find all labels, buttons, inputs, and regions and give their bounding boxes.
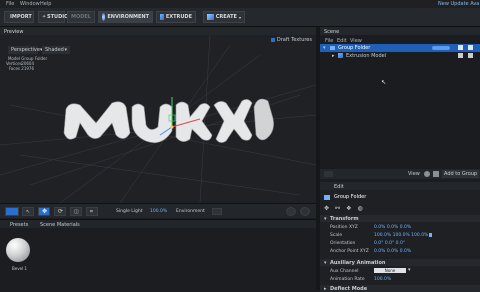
environment-toggle[interactable] (212, 208, 222, 215)
animation-rate-label: Animation Rate (330, 277, 365, 282)
eye-icon[interactable] (300, 207, 310, 216)
object-name: Group Folder (334, 194, 367, 200)
lighting-value[interactable]: 100.0% (150, 209, 167, 214)
menu-file[interactable]: File (6, 1, 14, 7)
menu-bar: File Window Help New Update Ava (0, 0, 480, 8)
move-tool-icon[interactable]: ✥ (38, 207, 50, 216)
reset-icon[interactable] (286, 207, 296, 216)
viewport-toolbar: ↖ ✥ ⟳ ◫ ⌗ Single Light 100.0% Environmen… (0, 203, 316, 218)
studio-icon: ✦ (42, 13, 47, 20)
deflect-section[interactable]: ▸ Deflect Mode (320, 285, 480, 292)
model-button[interactable]: MODEL (67, 11, 95, 23)
lock-icon[interactable] (468, 53, 473, 58)
aux-channel-select[interactable]: None (374, 268, 406, 273)
lighting-label[interactable]: Single Light (116, 209, 143, 214)
extrude-button[interactable]: EXTRUDE (156, 11, 196, 23)
chevron-down-icon: ▾ (238, 14, 241, 20)
visibility-icon[interactable] (458, 45, 463, 50)
view-label: View (408, 171, 420, 177)
material-thumbnail[interactable] (6, 238, 30, 262)
transform-section[interactable]: ▾ Transform (320, 215, 480, 222)
chevron-down-icon: ▾ (324, 216, 327, 222)
scale-label: Scale (330, 233, 343, 238)
anchor-label: Anchor Point XYZ (330, 249, 369, 254)
lock-icon[interactable] (429, 233, 432, 237)
extrude-icon (160, 14, 164, 20)
aux-channel-label: Aux Channel (330, 269, 359, 274)
extrusion-icon (338, 53, 343, 58)
link-icon[interactable]: ⚯ (335, 205, 340, 212)
create-icon (207, 14, 214, 20)
lock-icon[interactable] (468, 45, 473, 50)
chevron-down-icon: ▾ (323, 45, 326, 51)
anchor-value[interactable]: 0.0% 0.0% 0.0% (374, 249, 411, 254)
menu-help[interactable]: Help (40, 1, 51, 7)
environment-icon (102, 13, 106, 21)
position-value[interactable]: 0.0% 0.0% 0.0% (374, 225, 411, 230)
gear-icon[interactable] (424, 171, 430, 177)
scale-tool-icon[interactable]: ◫ (70, 207, 82, 216)
folder-icon (324, 194, 330, 200)
camera-icon[interactable] (5, 207, 19, 216)
scene-header: Scene (320, 27, 480, 35)
animation-rate-value[interactable]: 100.0% (374, 277, 391, 282)
import-button[interactable]: IMPORT (4, 11, 34, 23)
material-icon[interactable]: ❖ (346, 205, 351, 212)
lower-tabs: Presets Scene Materials (0, 219, 316, 228)
edit-title: Edit (334, 184, 344, 190)
scene-item-extrusion-model[interactable]: ▸ Extrusion Model (320, 52, 480, 60)
edit-header: Edit (320, 182, 480, 190)
chevron-right-icon: ▸ (324, 286, 327, 292)
sphere-icon[interactable]: ◍ (357, 205, 362, 212)
environment-label: Environment (176, 209, 205, 214)
chevron-right-icon: ▸ (332, 53, 335, 59)
material-name: Bevel 1 (12, 266, 27, 271)
mouse-cursor: ↖ (381, 79, 387, 86)
select-tool-icon[interactable]: ↖ (22, 207, 34, 216)
aux-animation-section[interactable]: ▾ Auxiliary Animation (320, 259, 480, 266)
position-label: Position XYZ (330, 225, 358, 230)
studio-button[interactable]: ✦ STUDIO (38, 11, 68, 23)
orientation-label: Orientation (330, 241, 356, 246)
scene-footer: View Add to Group (320, 169, 480, 179)
scale-value[interactable]: 100.0% 100.0% 100.0% (374, 233, 428, 238)
move-icon[interactable]: ✥ (324, 205, 329, 212)
folder-add-icon[interactable] (324, 171, 333, 177)
menu-window[interactable]: Window (20, 1, 40, 7)
preview-viewport[interactable]: Draft Textures Perspective ▾ Shaded ▾ Mo… (0, 35, 316, 203)
create-button[interactable]: CREATE ▾ (203, 11, 245, 23)
scene-grid (0, 35, 316, 203)
scene-item-group-folder[interactable]: ▾ Group Folder (320, 44, 480, 52)
rotate-tool-icon[interactable]: ⟳ (54, 207, 66, 216)
trash-icon[interactable] (433, 171, 439, 177)
edit-panel: Edit Group Folder ✥ ⚯ ❖ ◍ ▾ Transform Po… (320, 182, 480, 292)
orientation-value[interactable]: 0.0° 0.0° 0.0° (374, 241, 405, 246)
main-toolbar: IMPORT ✦ STUDIO MODEL ENVIRONMENT EXTRUD… (0, 8, 480, 27)
update-notice[interactable]: New Update Ava (438, 1, 479, 7)
add-to-group-button[interactable]: Add to Group (442, 170, 480, 178)
materials-panel: Bevel 1 (0, 228, 316, 290)
chevron-down-icon: ▾ (324, 260, 327, 266)
visibility-icon[interactable] (458, 53, 463, 58)
scene-panel: Scene File Edit View ▾ Group Folder ▸ Ex… (320, 27, 480, 177)
layer-toggle[interactable] (432, 46, 450, 50)
environment-button[interactable]: ENVIRONMENT (98, 11, 153, 23)
chevron-down-icon: ▾ (408, 267, 411, 273)
folder-icon (330, 46, 335, 50)
anchor-tool-icon[interactable]: ⌗ (86, 207, 98, 216)
edit-mode-tabs: ✥ ⚯ ❖ ◍ (324, 205, 363, 212)
preview-header: Preview (0, 27, 316, 35)
scene-title: Scene (324, 29, 340, 35)
